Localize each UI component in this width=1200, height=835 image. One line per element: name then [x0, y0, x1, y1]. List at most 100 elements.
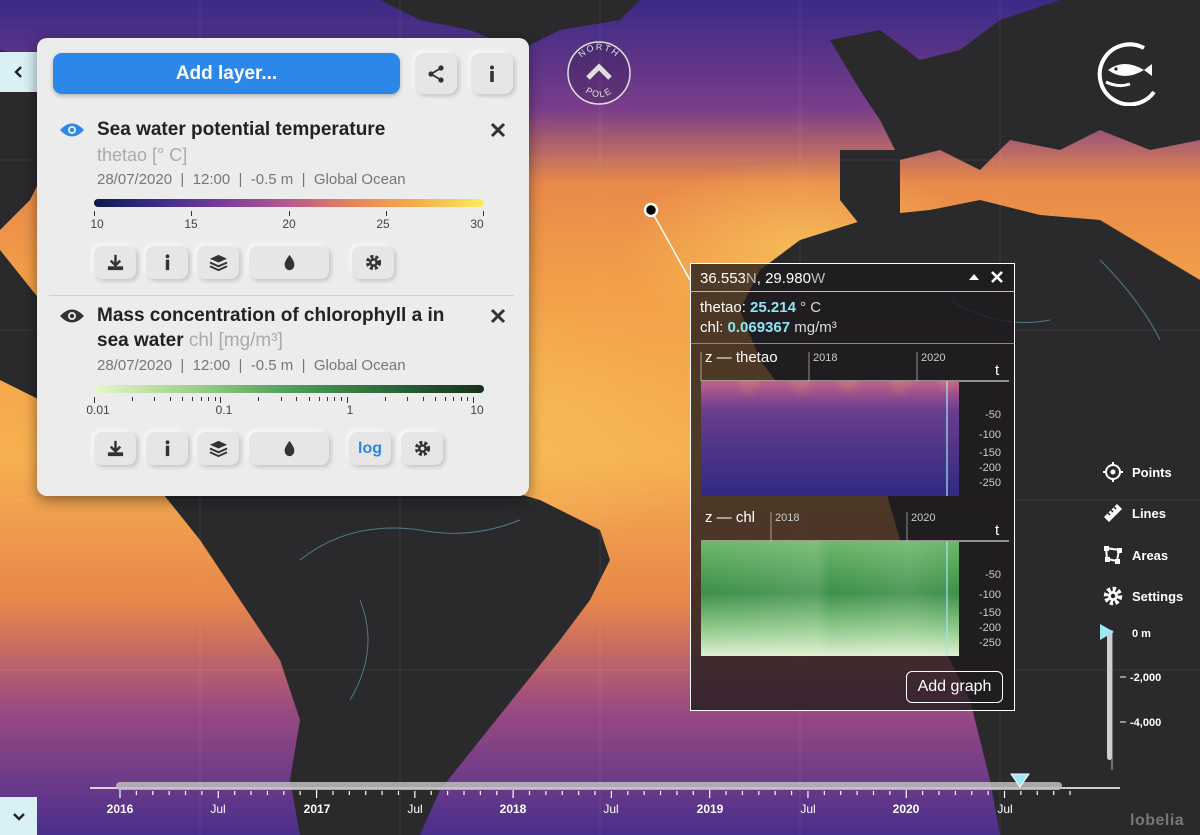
- layers-icon: [209, 440, 227, 458]
- value-unit: ° C: [800, 299, 822, 316]
- north-pole-compass[interactable]: NORTH POLE: [566, 40, 632, 106]
- depth-label: -2,000: [1130, 672, 1161, 684]
- chl-depth-heatmap[interactable]: [701, 541, 959, 656]
- eye-icon[interactable]: [59, 121, 85, 139]
- layers-button[interactable]: [197, 246, 239, 279]
- scale-tick: [453, 397, 455, 401]
- scale-tick: [422, 397, 424, 401]
- collapse-panel-button[interactable]: [0, 52, 37, 92]
- layer-divider: [49, 295, 514, 296]
- share-icon: [428, 64, 444, 83]
- layer-settings-button[interactable]: [401, 432, 443, 465]
- timeline-label: Jul: [603, 802, 619, 816]
- scale-tick: [182, 397, 184, 401]
- popup-coordinates: 36.553N, 29.980W: [700, 270, 826, 287]
- points-tool[interactable]: Points: [1102, 460, 1172, 484]
- layer-time: 12:00: [192, 357, 231, 374]
- layer-info-button[interactable]: [146, 432, 188, 465]
- layers-icon: [209, 254, 227, 272]
- collapse-triangle-icon[interactable]: [966, 269, 982, 285]
- opacity-button[interactable]: [249, 432, 329, 465]
- settings-tool[interactable]: Settings: [1102, 584, 1183, 608]
- scale-label: 10: [90, 217, 104, 231]
- value-number: 25.214: [750, 299, 796, 316]
- timeline-label: Jul: [800, 802, 816, 816]
- layer-info-button[interactable]: [146, 246, 188, 279]
- expand-bottom-button[interactable]: [0, 797, 37, 835]
- info-icon: [490, 65, 494, 82]
- depth-slider[interactable]: 0 m -2,000 -4,000: [1100, 620, 1200, 770]
- timeline-label: 2019: [696, 802, 724, 816]
- layers-button[interactable]: [197, 432, 239, 465]
- depth-label: -150: [978, 447, 1001, 459]
- timeline-label: 2018: [499, 802, 527, 816]
- add-graph-button[interactable]: Add graph: [906, 671, 1003, 703]
- eye-icon[interactable]: [59, 307, 85, 325]
- scale-tick: [434, 397, 436, 401]
- lines-tool[interactable]: Lines: [1102, 501, 1166, 525]
- layer-variable: chl [mg/m³]: [188, 330, 283, 351]
- download-button[interactable]: [94, 432, 136, 465]
- chevron-left-icon: [13, 66, 22, 78]
- share-button[interactable]: [415, 53, 457, 94]
- layer-variable: thetao [° C]: [97, 145, 188, 165]
- layer-title: Sea water potential temperature: [97, 119, 386, 140]
- scale-label: 15: [184, 217, 198, 231]
- depth-label: -50: [985, 569, 1001, 581]
- scale-tick: [214, 397, 216, 401]
- log-scale-toggle[interactable]: log: [349, 432, 391, 465]
- depth-label: -200: [978, 622, 1001, 634]
- close-icon[interactable]: [489, 121, 507, 139]
- scale-tick: [296, 397, 298, 401]
- scale-tick: [386, 211, 387, 216]
- scale-tick: [318, 397, 320, 401]
- add-layer-button[interactable]: Add layer...: [53, 53, 400, 94]
- scale-tick: [384, 397, 386, 401]
- depth-label: 0 m: [1132, 628, 1151, 640]
- latitude-unit: N: [745, 270, 757, 287]
- location-marker[interactable]: [643, 202, 659, 218]
- scale-tick: [327, 397, 329, 401]
- layer-settings-button[interactable]: [352, 246, 394, 279]
- polygon-icon: [1104, 546, 1122, 564]
- info-icon: [165, 440, 169, 457]
- thetao-depth-heatmap[interactable]: [701, 381, 959, 496]
- layer-meta: 28/07/2020 | 12:00 | -0.5 m | Global Oce…: [97, 357, 406, 374]
- depth-label: -50: [985, 409, 1001, 421]
- scale-tick: [340, 397, 342, 401]
- scale-label: 0.1: [215, 403, 233, 417]
- crosshair-icon: [1103, 462, 1123, 482]
- longitude: 29.980: [765, 270, 811, 287]
- gear-icon: [365, 254, 381, 271]
- layer-region: Global Ocean: [313, 171, 406, 188]
- value-unit: mg/m³: [794, 319, 837, 336]
- value-thetao: thetao: 25.214 ° C: [700, 299, 821, 316]
- scale-tick: [308, 397, 310, 401]
- scale-tick: [154, 397, 156, 401]
- value-name: thetao:: [700, 299, 746, 316]
- info-button[interactable]: [471, 53, 513, 94]
- point-info-popup: 36.553N, 29.980W thetao: 25.214 ° C chl:…: [690, 263, 1015, 711]
- chevron-down-icon: [12, 813, 25, 821]
- value-chl: chl: 0.069367 mg/m³: [700, 319, 837, 336]
- layer-depth: -0.5 m: [250, 357, 294, 374]
- brand-logo: lobelia: [1130, 812, 1185, 829]
- scale-tick: [444, 397, 446, 401]
- timeline[interactable]: 2016 Jul 2017 Jul 2018 Jul 2019 Jul 2020…: [90, 770, 1120, 830]
- layer-time: 12:00: [192, 171, 231, 188]
- scale-label: 20: [282, 217, 296, 231]
- scale-tick: [467, 397, 469, 401]
- timeline-track[interactable]: [90, 770, 1120, 802]
- download-button[interactable]: [94, 246, 136, 279]
- opacity-button[interactable]: [249, 246, 329, 279]
- close-icon[interactable]: [989, 269, 1005, 285]
- color-scale-bar: [94, 199, 484, 207]
- timeline-label: 2017: [303, 802, 331, 816]
- close-icon[interactable]: [489, 307, 507, 325]
- scale-tick: [280, 397, 282, 401]
- layer-meta: 28/07/2020 | 12:00 | -0.5 m | Global Oce…: [97, 171, 406, 188]
- longitude-unit: W: [810, 270, 826, 287]
- areas-tool[interactable]: Areas: [1102, 543, 1168, 567]
- scale-tick: [200, 397, 202, 401]
- depth-label: -200: [978, 462, 1001, 474]
